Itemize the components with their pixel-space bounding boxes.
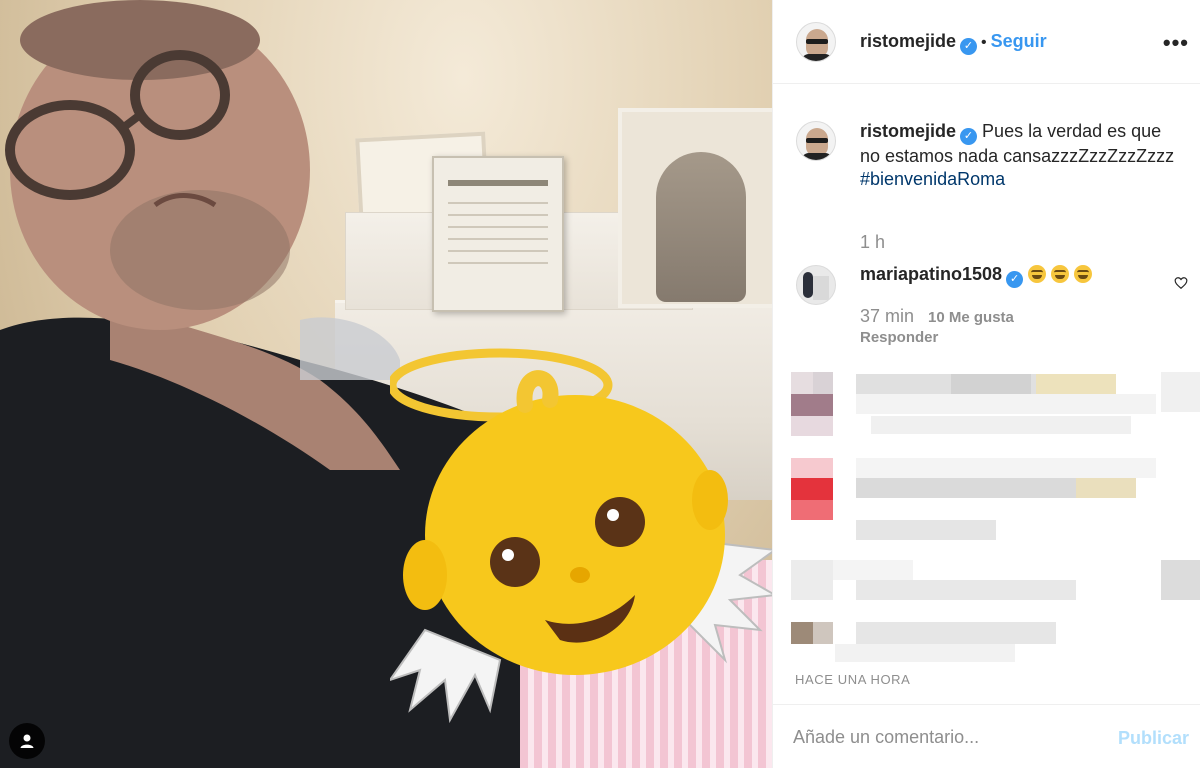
verified-badge-icon: ✓ — [1006, 271, 1024, 288]
author-username[interactable]: ristomejide — [860, 31, 956, 51]
post-timestamp[interactable]: HACE UNA HORA — [795, 672, 910, 687]
follow-button[interactable]: Seguir — [991, 31, 1047, 51]
person-icon — [20, 734, 34, 748]
caption-author-avatar[interactable] — [796, 121, 836, 161]
laughing-emoji-icon — [1051, 265, 1070, 283]
verified-badge-icon: ✓ — [960, 38, 978, 55]
caption-time[interactable]: 1 h — [860, 232, 885, 253]
post-photo[interactable] — [0, 0, 772, 768]
comment-input[interactable] — [793, 721, 1093, 753]
post-header: ristomejide ✓ • Seguir ••• — [773, 0, 1200, 84]
separator-dot: • — [981, 34, 987, 51]
reply-button[interactable]: Responder — [860, 329, 938, 346]
header-author-row: ristomejide ✓ • Seguir — [860, 31, 1047, 55]
comment-meta: 37 min 10 Me gusta — [860, 306, 1014, 327]
laughing-emoji-icon — [1028, 265, 1047, 283]
more-options-icon[interactable]: ••• — [1163, 30, 1189, 56]
caption-hashtag[interactable]: #bienvenidaRoma — [860, 169, 1005, 189]
verified-badge-icon: ✓ — [960, 128, 978, 145]
commenter-avatar[interactable] — [796, 265, 836, 305]
post-sidebar: ristomejide ✓ • Seguir ••• ristomejide ✓ Pue… — [772, 0, 1200, 768]
pixelated-comments-area — [791, 368, 1200, 668]
comment-row: mariapatino1508 ✓ — [860, 264, 1093, 288]
angel-baby-emoji-sticker — [390, 348, 772, 724]
comment-likes[interactable]: 10 Me gusta — [928, 309, 1014, 326]
post-caption: ristomejide ✓ Pues la verdad es que no es… — [860, 120, 1182, 191]
like-comment-heart-icon[interactable] — [1174, 276, 1188, 290]
caption-author-username[interactable]: ristomejide — [860, 121, 956, 141]
author-avatar[interactable] — [796, 22, 836, 62]
commenter-username[interactable]: mariapatino1508 — [860, 264, 1002, 284]
publish-button[interactable]: Publicar — [1118, 728, 1189, 749]
comment-time[interactable]: 37 min — [860, 306, 914, 326]
laughing-emoji-icon — [1074, 265, 1093, 283]
tagged-people-button[interactable] — [9, 723, 45, 759]
comment-composer: Publicar — [773, 704, 1200, 768]
